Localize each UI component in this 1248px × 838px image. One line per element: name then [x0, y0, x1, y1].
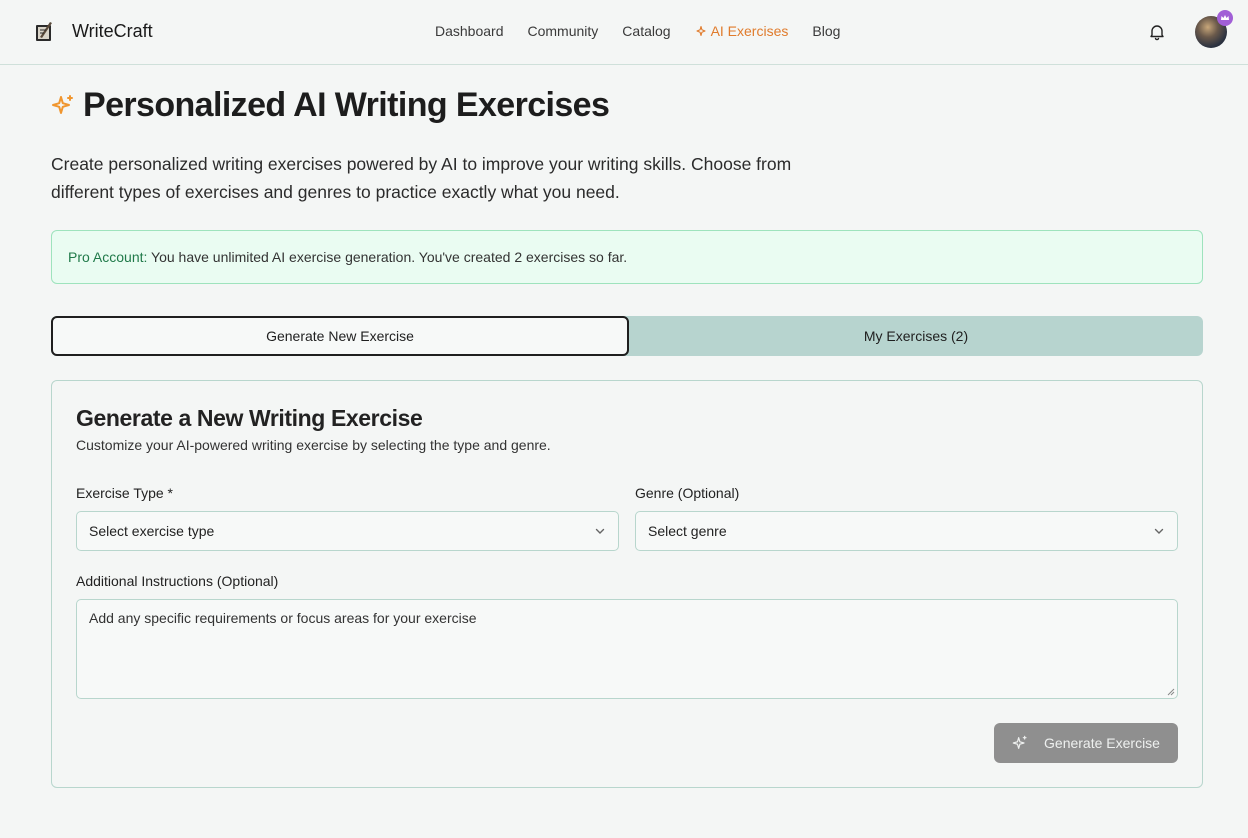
instructions-label: Additional Instructions (Optional): [76, 573, 279, 589]
nav-dashboard[interactable]: Dashboard: [435, 23, 504, 39]
pro-account-banner: Pro Account: You have unlimited AI exerc…: [51, 230, 1203, 284]
genre-placeholder: Select genre: [648, 523, 727, 539]
tab-generate-new-label: Generate New Exercise: [266, 328, 414, 344]
instructions-textarea[interactable]: Add any specific requirements or focus a…: [76, 599, 1178, 699]
exercise-tabs: Generate New Exercise My Exercises (2): [51, 316, 1203, 356]
nav-dashboard-label: Dashboard: [435, 23, 504, 39]
nav-blog-label: Blog: [812, 23, 841, 39]
main-nav: Dashboard Community Catalog AI Exercises…: [435, 23, 864, 39]
exercise-type-label: Exercise Type *: [76, 485, 174, 501]
chevron-down-icon: [1154, 528, 1164, 534]
pro-account-text: You have unlimited AI exercise generatio…: [147, 249, 628, 265]
nav-blog[interactable]: Blog: [812, 23, 840, 39]
card-subtitle: Customize your AI-powered writing exerci…: [76, 437, 551, 453]
page-title: Personalized AI Writing Exercises: [51, 86, 610, 125]
bell-icon[interactable]: [1149, 23, 1165, 41]
instructions-placeholder: Add any specific requirements or focus a…: [89, 610, 477, 626]
chevron-down-icon: [595, 528, 605, 534]
card-title: Generate a New Writing Exercise: [76, 405, 423, 431]
nav-ai-exercises[interactable]: AI Exercises: [695, 23, 789, 39]
sparkle-icon: [696, 25, 706, 37]
generate-exercise-button[interactable]: Generate Exercise: [994, 723, 1178, 763]
exercise-type-placeholder: Select exercise type: [89, 523, 215, 539]
avatar[interactable]: [1195, 10, 1233, 48]
exercise-type-select[interactable]: Select exercise type: [76, 511, 619, 551]
tab-generate-new[interactable]: Generate New Exercise: [51, 316, 629, 356]
pro-account-label: Pro Account:: [68, 249, 148, 265]
generate-exercise-card: Generate a New Writing Exercise Customiz…: [51, 380, 1203, 788]
nav-community[interactable]: Community: [528, 23, 599, 39]
tab-my-exercises-label: My Exercises (2): [863, 328, 969, 344]
sparkle-icon: [1012, 735, 1027, 749]
resize-handle-icon[interactable]: [1167, 688, 1175, 696]
genre-select[interactable]: Select genre: [635, 511, 1178, 551]
crown-icon: [1217, 10, 1233, 26]
page-intro: Create personalized writing exercises po…: [51, 154, 792, 202]
nav-catalog-label: Catalog: [622, 23, 671, 39]
brand[interactable]: WriteCraft: [34, 20, 153, 42]
nav-community-label: Community: [527, 23, 599, 39]
tab-my-exercises[interactable]: My Exercises (2): [629, 316, 1203, 356]
genre-label: Genre (Optional): [635, 485, 740, 501]
page-heading: Personalized AI Writing Exercises: [83, 86, 610, 124]
top-navbar: WriteCraft Dashboard Community Catalog A…: [0, 0, 1248, 65]
quill-book-icon: [36, 22, 52, 41]
sparkle-icon: [52, 94, 73, 114]
nav-ai-exercises-label: AI Exercises: [710, 23, 789, 39]
generate-exercise-label: Generate Exercise: [1044, 735, 1160, 751]
brand-name: WriteCraft: [72, 20, 153, 41]
nav-catalog[interactable]: Catalog: [622, 23, 670, 39]
